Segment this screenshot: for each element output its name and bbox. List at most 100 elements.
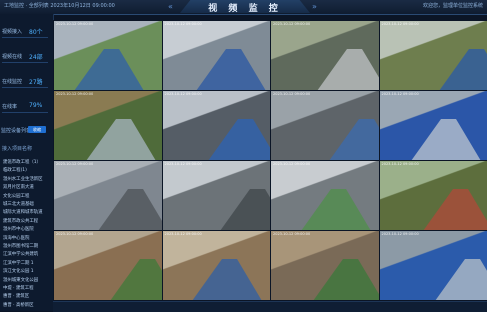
tree-item[interactable]: 城际大道和城市轨道 bbox=[3, 209, 49, 215]
stat-divider bbox=[2, 112, 48, 113]
camera-scene bbox=[271, 231, 379, 300]
page-title: 视 频 监 控 bbox=[184, 1, 306, 14]
scene-shape bbox=[86, 119, 156, 160]
camera-tile-cam-16[interactable]: 2023-10-12 09:00:00 bbox=[379, 230, 487, 301]
tree-item[interactable]: 温州市图书馆二期 bbox=[3, 243, 49, 249]
camera-scene bbox=[54, 91, 162, 160]
camera-tile-cam-12[interactable]: 2023-10-12 09:00:00 bbox=[379, 160, 487, 231]
camera-tile-cam-09[interactable]: 2023-10-12 09:00:00 bbox=[53, 160, 163, 231]
stat-value: 79% bbox=[29, 102, 42, 109]
video-grid: 2023-10-12 09:00:002023-10-12 09:00:0020… bbox=[53, 20, 487, 300]
camera-tile-cam-08[interactable]: 2023-10-12 09:00:00 bbox=[379, 90, 487, 161]
stat-label: 在线率 bbox=[2, 103, 17, 110]
collapse-button[interactable]: 收缩 bbox=[28, 126, 46, 133]
camera-scene bbox=[163, 231, 271, 300]
camera-timestamp: 2023-10-12 09:00:00 bbox=[56, 92, 93, 96]
camera-timestamp: 2023-10-12 09:00:00 bbox=[382, 92, 419, 96]
scene-shape bbox=[329, 119, 379, 160]
camera-scene bbox=[54, 231, 162, 300]
camera-tile-cam-05[interactable]: 2023-10-12 09:00:00 bbox=[53, 90, 163, 161]
scene-shape bbox=[423, 189, 487, 230]
tree-item[interactable]: 建筑市政公共工程 bbox=[3, 218, 49, 224]
tree-item[interactable]: 文化公园工程 bbox=[3, 193, 49, 199]
camera-scene bbox=[163, 21, 271, 90]
stat-online-rate: 在线率 79% bbox=[1, 95, 51, 117]
tree-item[interactable]: 城三北大道基础 bbox=[3, 201, 49, 207]
camera-scene bbox=[54, 161, 162, 230]
camera-scene bbox=[271, 91, 379, 160]
camera-timestamp: 2023-10-12 09:00:00 bbox=[56, 162, 93, 166]
stat-label: 视频在线 bbox=[2, 53, 22, 60]
camera-tile-cam-14[interactable]: 2023-10-12 09:00:00 bbox=[162, 230, 272, 301]
camera-timestamp: 2023-10-12 09:00:00 bbox=[165, 162, 202, 166]
camera-scene bbox=[380, 231, 487, 300]
camera-tile-cam-07[interactable]: 2023-10-12 09:00:00 bbox=[270, 90, 380, 161]
camera-timestamp: 2023-10-12 09:00:00 bbox=[165, 22, 202, 26]
camera-scene bbox=[54, 21, 162, 90]
scene-shape bbox=[411, 119, 481, 160]
camera-tile-cam-13[interactable]: 2023-10-12 09:00:00 bbox=[53, 230, 163, 301]
camera-scene bbox=[271, 161, 379, 230]
camera-tile-cam-03[interactable]: 2023-10-12 09:00:00 bbox=[270, 20, 380, 91]
tree-item[interactable]: 江滨中学二期 1 bbox=[3, 260, 49, 266]
camera-timestamp: 2023-10-12 09:00:00 bbox=[165, 92, 202, 96]
scene-shape bbox=[317, 49, 379, 90]
camera-tile-cam-10[interactable]: 2023-10-12 09:00:00 bbox=[162, 160, 272, 231]
stat-label: 在线监控 bbox=[2, 78, 22, 85]
scene-shape bbox=[208, 119, 271, 160]
camera-scene bbox=[163, 91, 271, 160]
camera-tile-cam-04[interactable]: 2023-10-12 09:00:00 bbox=[379, 20, 487, 91]
header-right-text[interactable]: 欢迎您，监理单位监控系统 bbox=[423, 2, 483, 9]
stat-divider bbox=[2, 37, 48, 38]
stat-video-access: 视频接入 80个 bbox=[1, 20, 51, 42]
tree-item[interactable]: 江滨中学公共建筑 bbox=[3, 251, 49, 257]
camera-tile-cam-06[interactable]: 2023-10-12 09:00:00 bbox=[162, 90, 272, 161]
camera-tile-cam-02[interactable]: 2023-10-12 09:00:00 bbox=[162, 20, 272, 91]
camera-timestamp: 2023-10-12 09:00:00 bbox=[273, 232, 310, 236]
sidebar: 视频接入 80个 视频在线 24部 在线监控 27路 在线率 79% 监控设备列… bbox=[0, 14, 54, 311]
camera-timestamp: 2023-10-12 09:00:00 bbox=[382, 22, 419, 26]
chevron-left-icon: « bbox=[168, 2, 173, 11]
camera-scene bbox=[271, 21, 379, 90]
camera-scene bbox=[380, 91, 487, 160]
tree-item[interactable]: 中堤 · 建筑工程 bbox=[3, 285, 49, 291]
bottom-bar bbox=[53, 301, 487, 312]
tree-item[interactable]: 滨海中心医院 bbox=[3, 235, 49, 241]
camera-scene bbox=[163, 161, 271, 230]
scene-shape bbox=[313, 259, 379, 300]
camera-tile-cam-15[interactable]: 2023-10-12 09:00:00 bbox=[270, 230, 380, 301]
scene-shape bbox=[301, 189, 371, 230]
stat-divider bbox=[2, 87, 48, 88]
tree-item[interactable]: 惠晋 · 建筑区 bbox=[3, 293, 49, 299]
tree-item[interactable]: 双月片区南大道 bbox=[3, 184, 49, 190]
scene-shape bbox=[192, 259, 262, 300]
camera-timestamp: 2023-10-12 09:00:00 bbox=[56, 232, 93, 236]
stat-divider bbox=[2, 62, 48, 63]
camera-scene bbox=[380, 21, 487, 90]
tree-item[interactable]: 温州水工业生活新区 bbox=[3, 176, 49, 182]
camera-timestamp: 2023-10-12 09:00:00 bbox=[56, 22, 93, 26]
stat-video-online: 视频在线 24部 bbox=[1, 45, 51, 67]
tree-item[interactable]: 惠晋 · 高桥新区 bbox=[3, 302, 49, 308]
tree-item[interactable]: 滨江文化公园 1 bbox=[3, 268, 49, 274]
stat-value: 80个 bbox=[29, 27, 43, 36]
tree-item[interactable]: 建瓴市政工程（1） bbox=[3, 159, 49, 165]
camera-timestamp: 2023-10-12 09:00:00 bbox=[273, 22, 310, 26]
tree-item[interactable]: 温州市中心医院 bbox=[3, 226, 49, 232]
scene-shape bbox=[98, 189, 162, 230]
scene-shape bbox=[220, 189, 271, 230]
stat-online-monitor: 在线监控 27路 bbox=[1, 70, 51, 92]
camera-tile-cam-11[interactable]: 2023-10-12 09:00:00 bbox=[270, 160, 380, 231]
tree-item[interactable]: 温州城東文化公园 bbox=[3, 277, 49, 283]
stat-value: 27路 bbox=[29, 77, 43, 86]
tree-item[interactable]: 临政工程(1) bbox=[3, 167, 49, 173]
camera-timestamp: 2023-10-12 09:00:00 bbox=[382, 232, 419, 236]
scene-shape bbox=[110, 259, 162, 300]
device-list-label: 监控设备列表 bbox=[1, 127, 31, 134]
header-left-text: 工地监控 · 全部列表 2023年10月12日 09:00:00 bbox=[4, 2, 115, 9]
camera-timestamp: 2023-10-12 09:00:00 bbox=[273, 162, 310, 166]
scene-shape bbox=[435, 259, 487, 300]
chevron-right-icon: » bbox=[312, 2, 317, 11]
camera-tile-cam-01[interactable]: 2023-10-12 09:00:00 bbox=[53, 20, 163, 91]
scene-shape bbox=[74, 49, 144, 90]
